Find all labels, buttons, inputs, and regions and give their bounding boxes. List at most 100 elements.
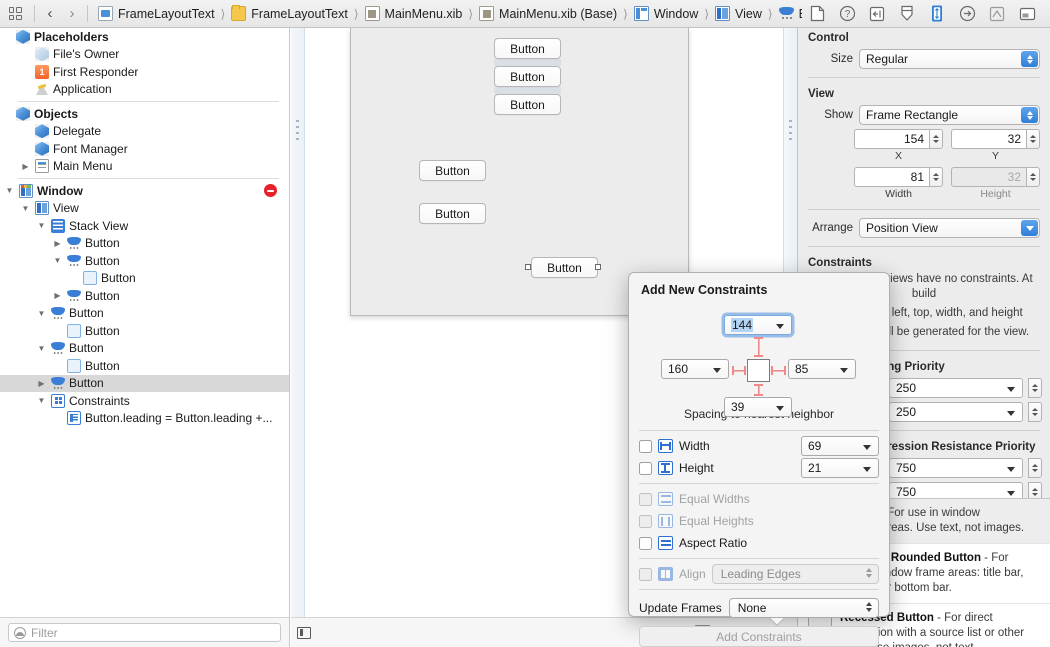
canvas-button[interactable]: Button xyxy=(494,94,561,115)
width-value[interactable]: 81 xyxy=(854,167,929,187)
outline-item-button-selected[interactable]: Button xyxy=(0,375,289,393)
file-inspector-icon[interactable] xyxy=(802,3,832,25)
hugging-vertical-stepper[interactable] xyxy=(1028,402,1042,422)
x-field[interactable]: 154 xyxy=(854,129,943,149)
width-checkbox[interactable] xyxy=(639,440,652,453)
disclosure-triangle-icon[interactable] xyxy=(52,239,63,248)
outline-item-main-menu[interactable]: Main Menu xyxy=(0,158,289,176)
top-strut-icon[interactable] xyxy=(754,337,763,357)
document-outline-toggle[interactable] xyxy=(291,627,317,639)
show-select[interactable]: Frame Rectangle xyxy=(859,105,1040,125)
outline-item-delegate[interactable]: Delegate xyxy=(0,123,289,141)
disclosure-triangle-icon[interactable] xyxy=(4,186,15,195)
disclosure-triangle-icon[interactable] xyxy=(36,221,47,230)
error-badge[interactable] xyxy=(264,184,277,197)
outline-item-button[interactable]: Button xyxy=(0,235,289,253)
bottom-spacing-field[interactable]: 39 xyxy=(724,397,792,417)
compression-horizontal-stepper[interactable] xyxy=(1028,458,1042,478)
height-value-field[interactable]: 21 xyxy=(801,458,879,478)
outline-item-application[interactable]: Application xyxy=(0,81,289,99)
y-field[interactable]: 32 xyxy=(951,129,1040,149)
breadcrumb-item-window[interactable]: Window xyxy=(632,6,700,21)
forward-button[interactable]: › xyxy=(61,5,83,22)
update-frames-select[interactable]: None xyxy=(729,598,879,618)
connections-inspector-icon[interactable] xyxy=(952,3,982,25)
search-input[interactable]: Filter xyxy=(8,623,281,642)
resize-grip-icon[interactable] xyxy=(789,120,792,142)
width-constraint-row[interactable]: Width 69 xyxy=(629,435,889,457)
outline-item-stack-view[interactable]: Stack View xyxy=(0,217,289,235)
outline-item-font-manager[interactable]: Font Manager xyxy=(0,140,289,158)
disclosure-triangle-icon[interactable] xyxy=(36,309,47,318)
outline-item-button[interactable]: Button xyxy=(0,287,289,305)
left-spacing-field[interactable]: 160 xyxy=(661,359,729,379)
canvas-button[interactable]: Button xyxy=(419,160,486,181)
breadcrumb-item-folder[interactable]: FrameLayoutText xyxy=(229,6,350,21)
outline-item-first-responder[interactable]: First Responder xyxy=(0,63,289,81)
disclosure-triangle-icon[interactable] xyxy=(20,162,31,171)
resize-handle-left[interactable] xyxy=(525,264,531,270)
bottom-strut-icon[interactable] xyxy=(754,384,763,396)
aspect-ratio-checkbox[interactable] xyxy=(639,537,652,550)
width-field[interactable]: 81 xyxy=(854,167,943,187)
width-stepper[interactable] xyxy=(929,167,943,187)
height-checkbox[interactable] xyxy=(639,462,652,475)
stack-view-preview[interactable]: Button Button Button xyxy=(494,38,561,115)
hugging-horizontal-stepper[interactable] xyxy=(1028,378,1042,398)
canvas-button-selected[interactable]: Button xyxy=(531,257,598,278)
y-stepper[interactable] xyxy=(1026,129,1040,149)
compression-horizontal-field[interactable]: 750 xyxy=(889,458,1023,478)
disclosure-triangle-icon[interactable] xyxy=(52,291,63,300)
height-constraint-row[interactable]: Height 21 xyxy=(629,457,889,479)
size-inspector-icon[interactable] xyxy=(922,3,952,25)
top-spacing-field[interactable]: 144 xyxy=(724,315,792,335)
outline-item-window[interactable]: Window xyxy=(0,182,289,200)
outline-item-button[interactable]: Button xyxy=(0,305,289,323)
outline-item-files-owner[interactable]: File's Owner xyxy=(0,46,289,64)
bindings-inspector-icon[interactable] xyxy=(982,3,1012,25)
arrange-select[interactable]: Position View xyxy=(859,218,1040,238)
quick-help-icon[interactable]: ? xyxy=(832,3,862,25)
right-strut-icon[interactable] xyxy=(771,366,786,375)
outline-group-placeholders[interactable]: Placeholders xyxy=(0,28,289,46)
outline-item-button-cell[interactable]: Button xyxy=(0,357,289,375)
back-button[interactable]: ‹ xyxy=(39,5,61,22)
outline-item-button-cell[interactable]: Button xyxy=(0,270,289,288)
outline-item-button-cell[interactable]: Button xyxy=(0,322,289,340)
left-strut-icon[interactable] xyxy=(732,366,746,375)
disclosure-triangle-icon[interactable] xyxy=(20,204,31,213)
width-value-field[interactable]: 69 xyxy=(801,436,879,456)
hugging-horizontal-field[interactable]: 250 xyxy=(889,378,1023,398)
canvas-button[interactable]: Button xyxy=(419,203,486,224)
outline-item-button[interactable]: Button xyxy=(0,340,289,358)
jump-bar-grid-icon[interactable] xyxy=(0,7,30,20)
outline-group-objects[interactable]: Objects xyxy=(0,105,289,123)
right-spacing-field[interactable]: 85 xyxy=(788,359,856,379)
disclosure-triangle-icon[interactable] xyxy=(52,256,63,265)
resize-handle-right[interactable] xyxy=(595,264,601,270)
x-stepper[interactable] xyxy=(929,129,943,149)
add-new-constraints-popover[interactable]: Add New Constraints 144 160 85 39 Spacin… xyxy=(628,272,890,617)
y-value[interactable]: 32 xyxy=(951,129,1026,149)
outline-item-constraint[interactable]: Button.leading = Button.leading +... xyxy=(0,410,289,428)
resize-grip-icon[interactable] xyxy=(296,120,299,142)
breadcrumb-item-view[interactable]: View xyxy=(713,6,764,21)
breadcrumb-item-button[interactable]: Button xyxy=(777,6,802,21)
attributes-inspector-icon[interactable] xyxy=(892,3,922,25)
x-value[interactable]: 154 xyxy=(854,129,929,149)
identity-inspector-icon[interactable] xyxy=(862,3,892,25)
outline-list[interactable]: Placeholders File's Owner First Responde… xyxy=(0,28,289,617)
breadcrumb-item-project[interactable]: FrameLayoutText xyxy=(96,6,217,21)
outline-item-button[interactable]: Button xyxy=(0,252,289,270)
disclosure-triangle-icon[interactable] xyxy=(36,379,47,388)
hugging-vertical-field[interactable]: 250 xyxy=(889,402,1023,422)
canvas-button[interactable]: Button xyxy=(494,38,561,59)
canvas-button[interactable]: Button xyxy=(494,66,561,87)
breadcrumb-item-xib-base[interactable]: MainMenu.xib (Base) xyxy=(477,6,619,21)
breadcrumb-item-xib[interactable]: MainMenu.xib xyxy=(363,6,465,21)
disclosure-triangle-icon[interactable] xyxy=(36,344,47,353)
outline-item-view[interactable]: View xyxy=(0,200,289,218)
view-effects-icon[interactable] xyxy=(1012,3,1042,25)
disclosure-triangle-icon[interactable] xyxy=(36,396,47,405)
size-select[interactable]: Regular xyxy=(859,49,1040,69)
